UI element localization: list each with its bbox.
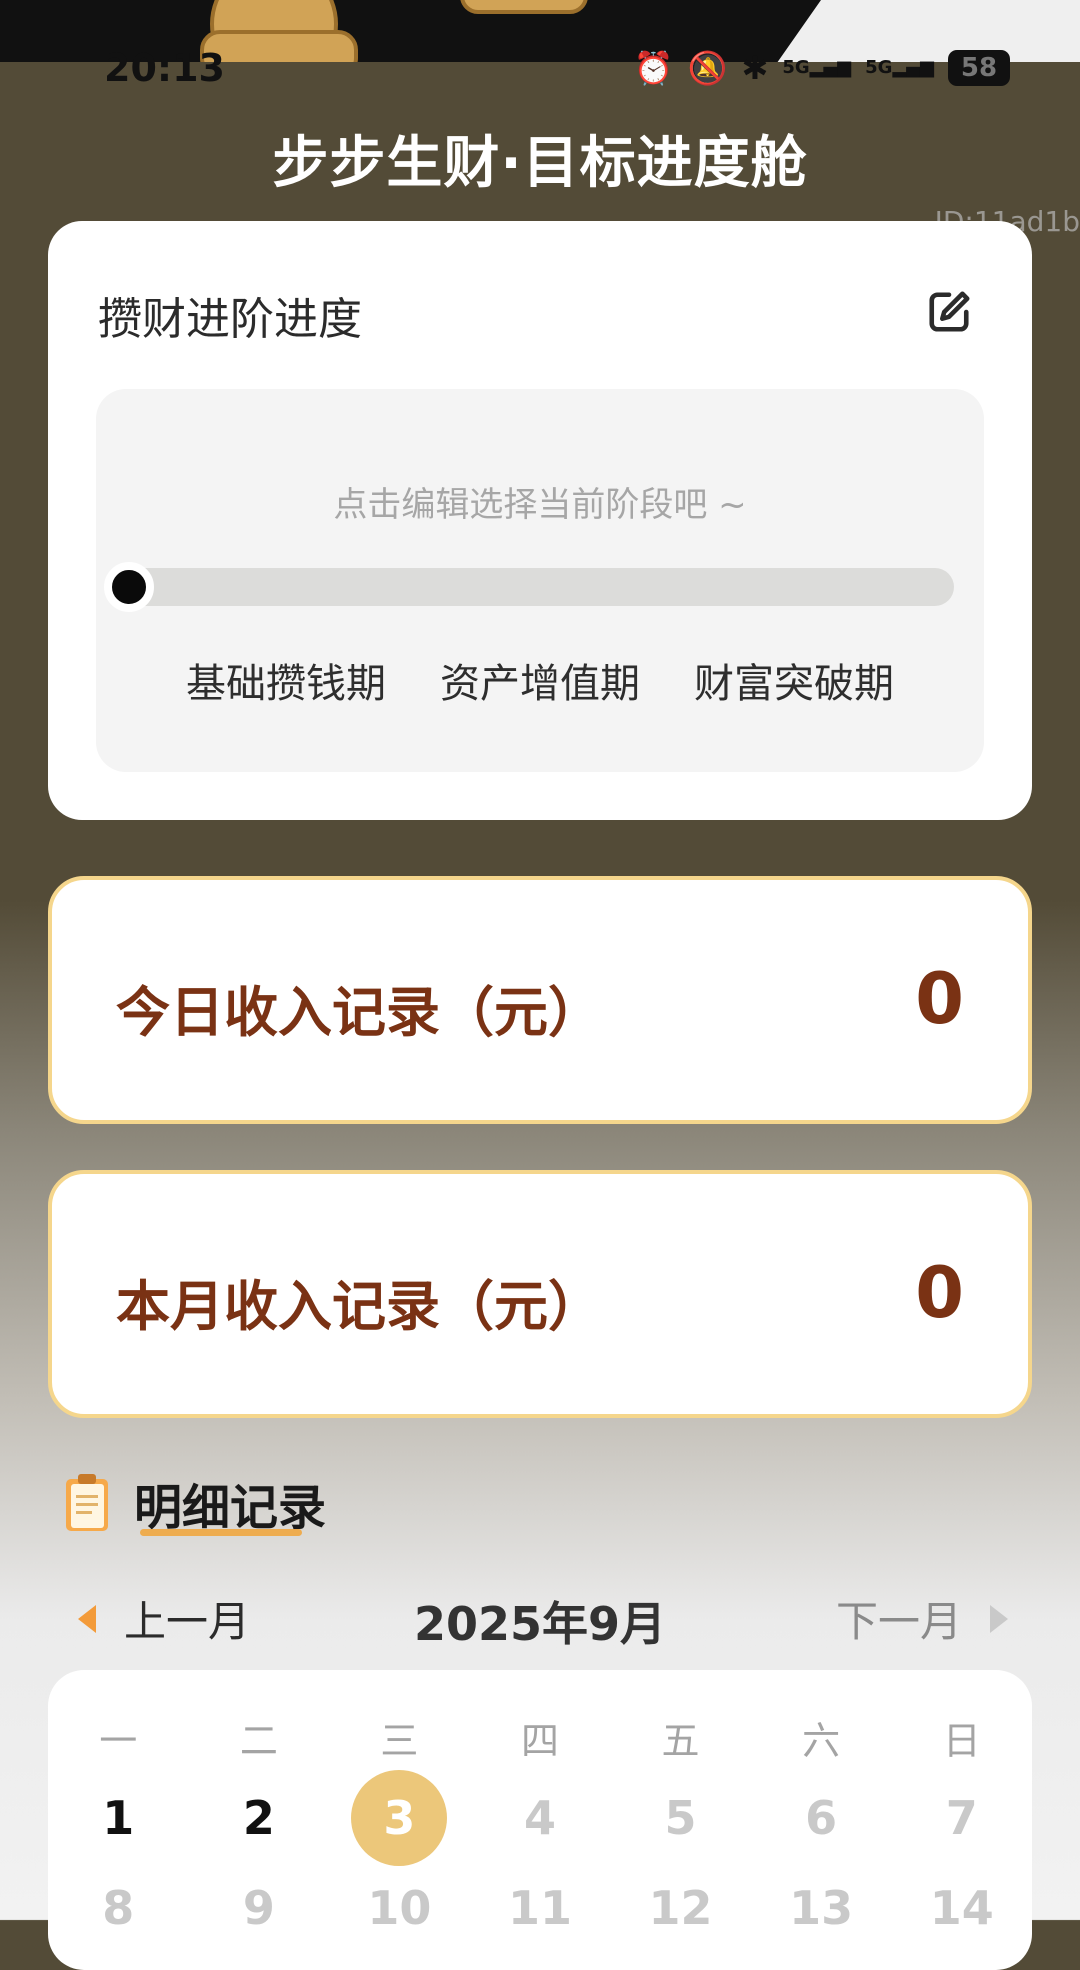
alarm-icon: ⏰ bbox=[633, 49, 674, 87]
calendar-day[interactable]: 2 bbox=[211, 1770, 307, 1866]
stage-label-growth[interactable]: 资产增值期 bbox=[440, 651, 640, 709]
edit-icon[interactable] bbox=[926, 289, 972, 335]
weekday-label: 五 bbox=[661, 1719, 700, 1763]
month-navigation: 2025年9月 上一月 下一月 bbox=[0, 1588, 1080, 1651]
stage-labels: 基础攒钱期 资产增值期 财富突破期 bbox=[96, 651, 984, 709]
page-title: 步步生财·目标进度舱 bbox=[272, 131, 808, 196]
next-month-label: 下一月 bbox=[835, 1597, 962, 1646]
detail-header: 明细记录 bbox=[62, 1468, 326, 1538]
weekday-label: 二 bbox=[239, 1719, 278, 1763]
prev-month-label: 上一月 bbox=[124, 1597, 251, 1646]
progress-card: 攒财进阶进度 点击编辑选择当前阶段吧 ~ 基础攒钱期 资产增值期 财富突破期 bbox=[48, 221, 1032, 820]
signal-5g-icon: 5G▂▄▆ bbox=[782, 57, 852, 78]
calendar-day[interactable]: 6 bbox=[773, 1770, 869, 1866]
today-income-label: 今日收入记录（元） bbox=[116, 981, 602, 1044]
calendar-day[interactable]: 8 bbox=[70, 1860, 166, 1956]
calendar-day[interactable]: 4 bbox=[492, 1770, 588, 1866]
calendar: 一 二 三 四 五 六 日 1 2 3 4 5 6 7 8 9 10 11 12… bbox=[48, 1670, 1032, 1970]
today-income-value: 0 bbox=[915, 958, 964, 1040]
detail-title: 明细记录 bbox=[134, 1468, 326, 1538]
bluetooth-icon: ✱ bbox=[741, 49, 769, 87]
calendar-week-1: 1 2 3 4 5 6 7 bbox=[48, 1770, 1032, 1866]
calendar-day[interactable]: 7 bbox=[914, 1770, 1010, 1866]
prev-month-button[interactable]: 上一月 bbox=[78, 1588, 250, 1649]
weekday-row: 一 二 三 四 五 六 日 bbox=[48, 1710, 1032, 1765]
signal-5g-icon-2: 5G▂▄▆ bbox=[865, 57, 934, 78]
mute-icon: 🔕 bbox=[687, 49, 728, 87]
stage-label-breakthrough[interactable]: 财富突破期 bbox=[694, 651, 894, 709]
month-income-card[interactable]: 本月收入记录（元） 0 bbox=[48, 1170, 1032, 1418]
prev-arrow-icon bbox=[78, 1604, 96, 1633]
month-income-label: 本月收入记录（元） bbox=[116, 1275, 602, 1338]
weekday-label: 三 bbox=[380, 1719, 419, 1763]
weekday-label: 六 bbox=[802, 1719, 841, 1763]
calendar-day[interactable]: 5 bbox=[633, 1770, 729, 1866]
weekday-label: 日 bbox=[942, 1719, 981, 1763]
today-income-card[interactable]: 今日收入记录（元） 0 bbox=[48, 876, 1032, 1124]
calendar-day[interactable]: 14 bbox=[914, 1860, 1010, 1956]
calendar-day-today[interactable]: 3 bbox=[351, 1770, 448, 1866]
next-month-button[interactable]: 下一月 bbox=[836, 1588, 1008, 1649]
clipboard-icon bbox=[66, 1474, 108, 1531]
stage-hint-text: 点击编辑选择当前阶段吧 ~ bbox=[333, 485, 747, 525]
calendar-day[interactable]: 9 bbox=[211, 1860, 307, 1956]
calendar-day[interactable]: 11 bbox=[492, 1860, 588, 1956]
calendar-day[interactable]: 13 bbox=[773, 1860, 869, 1956]
progress-card-title: 攒财进阶进度 bbox=[98, 294, 362, 345]
status-bar: 20:13 ⏰ 🔕 ✱ 5G▂▄▆ 5G▂▄▆ 58 bbox=[0, 40, 1080, 100]
weekday-label: 四 bbox=[520, 1719, 559, 1763]
calendar-day[interactable]: 10 bbox=[351, 1860, 447, 1956]
progress-track bbox=[126, 568, 954, 606]
next-arrow-icon bbox=[990, 1604, 1008, 1633]
stage-selector[interactable]: 点击编辑选择当前阶段吧 ~ 基础攒钱期 资产增值期 财富突破期 bbox=[96, 389, 984, 772]
weekday-label: 一 bbox=[99, 1719, 138, 1763]
month-income-value: 0 bbox=[915, 1252, 964, 1334]
stage-label-basic[interactable]: 基础攒钱期 bbox=[186, 651, 386, 709]
progress-knob[interactable] bbox=[104, 562, 154, 612]
status-time: 20:13 bbox=[104, 46, 225, 90]
calendar-week-2: 8 9 10 11 12 13 14 bbox=[48, 1860, 1032, 1956]
status-icons: ⏰ 🔕 ✱ 5G▂▄▆ 5G▂▄▆ 58 bbox=[634, 48, 1010, 88]
battery-icon: 58 bbox=[948, 50, 1010, 86]
coin-icon bbox=[460, 0, 588, 14]
calendar-day[interactable]: 1 bbox=[70, 1770, 166, 1866]
calendar-day[interactable]: 12 bbox=[633, 1860, 729, 1956]
